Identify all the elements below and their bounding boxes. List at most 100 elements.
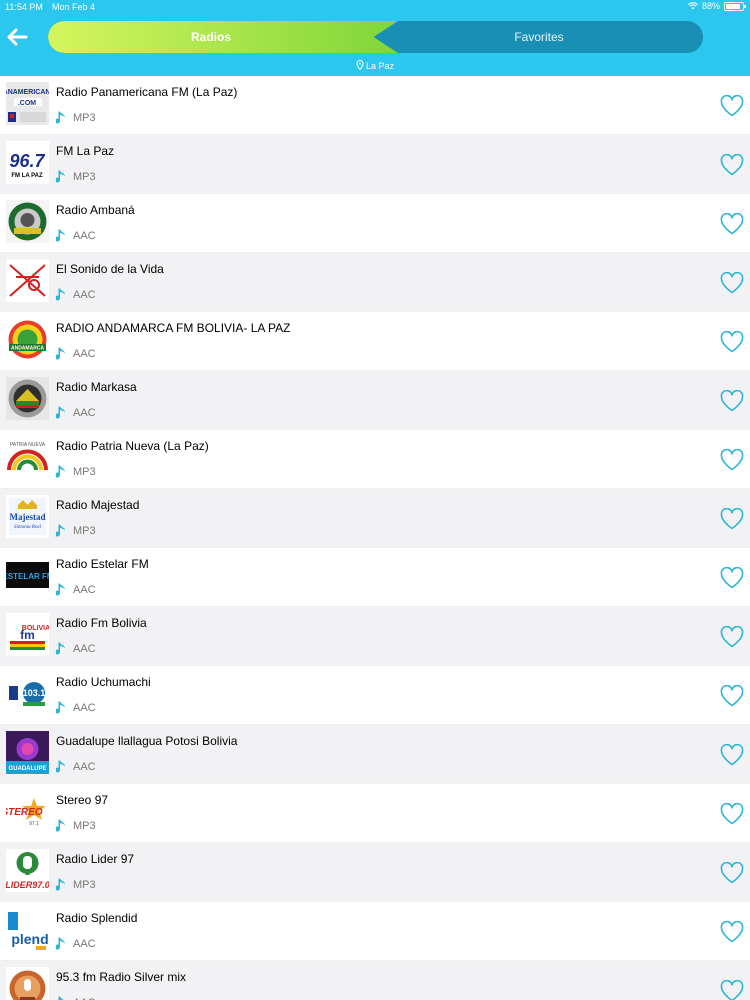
format-label: MP3	[73, 879, 96, 891]
station-row[interactable]: Majestad Sintonía Real Radio Majestad MP3	[0, 489, 750, 548]
favorite-heart-icon[interactable]	[720, 921, 744, 943]
music-note-icon	[56, 288, 65, 301]
format-label: MP3	[73, 112, 96, 124]
location-label[interactable]: La Paz	[0, 59, 750, 71]
favorite-heart-icon[interactable]	[720, 744, 744, 766]
station-row[interactable]: ANDAMARCA RADIO ANDAMARCA FM BOLIVIA- LA …	[0, 312, 750, 371]
favorite-heart-icon[interactable]	[720, 449, 744, 471]
favorite-heart-icon[interactable]	[720, 508, 744, 530]
music-note-icon	[56, 701, 65, 714]
battery-percent: 88%	[701, 1, 720, 11]
station-format: AAC	[56, 701, 96, 715]
svg-text:LIDER97.0: LIDER97.0	[6, 880, 49, 890]
svg-text:103.1: 103.1	[23, 688, 46, 698]
svg-text:96.7: 96.7	[9, 151, 45, 171]
station-format: AAC	[56, 937, 96, 951]
favorite-heart-icon[interactable]	[720, 95, 744, 117]
station-format: AAC	[56, 642, 96, 656]
station-format: AAC	[56, 996, 96, 1000]
majestad-logo: Majestad Sintonía Real	[6, 495, 49, 538]
music-note-icon	[58, 996, 64, 1000]
favorite-heart-icon[interactable]	[720, 685, 744, 707]
station-row[interactable]: fm BOLIVIA Radio Fm Bolivia AAC	[0, 607, 750, 666]
music-note-icon	[56, 229, 65, 242]
music-note-icon	[56, 583, 65, 596]
station-row[interactable]: plend Radio Splendid AAC	[0, 902, 750, 961]
station-name: Radio Splendid	[56, 911, 138, 925]
panamericana-logo: PANAMERICANA .COM	[6, 82, 49, 125]
station-format: AAC	[56, 760, 96, 774]
svg-text:97.1: 97.1	[29, 821, 39, 827]
station-format: MP3	[56, 878, 96, 892]
station-name: El Sonido de la Vida	[56, 262, 164, 276]
favorite-heart-icon[interactable]	[720, 567, 744, 589]
tab-radios[interactable]: Radios	[48, 21, 374, 53]
music-note-icon	[56, 524, 65, 537]
favorite-heart-icon[interactable]	[720, 154, 744, 176]
svg-text:STEREO: STEREO	[6, 807, 43, 818]
station-row[interactable]: PATRIA NUEVA Radio Patria Nueva (La Paz) M…	[0, 430, 750, 489]
station-row[interactable]: 96.7 FM LA PAZ FM La Paz MP3	[0, 135, 750, 194]
favorite-heart-icon[interactable]	[720, 803, 744, 825]
svg-text:PATRIA NUEVA: PATRIA NUEVA	[10, 442, 46, 448]
favorite-heart-icon[interactable]	[720, 390, 744, 412]
patria-nueva-logo: PATRIA NUEVA	[6, 436, 49, 479]
location-text: La Paz	[365, 61, 395, 71]
station-row[interactable]: ESTELAR FM Radio Estelar FM AAC	[0, 548, 750, 607]
station-row[interactable]: Radio Ambaná AAC	[0, 194, 750, 253]
station-format: MP3	[56, 465, 96, 479]
fm-la-paz-logo: 96.7 FM LA PAZ	[6, 141, 49, 184]
station-name: Guadalupe llallagua Potosi Bolivia	[56, 734, 238, 748]
lider-97-logo: LIDER97.0	[6, 849, 49, 892]
station-row[interactable]: 95.3 fm Radio Silver mix AAC	[0, 961, 750, 1000]
music-note-icon	[56, 937, 65, 950]
station-format: MP3	[56, 819, 96, 833]
station-name: Radio Markasa	[56, 380, 137, 394]
favorite-heart-icon[interactable]	[720, 213, 744, 235]
tab-favorites[interactable]: Favorites	[398, 21, 680, 53]
sonido-vida-logo	[6, 259, 49, 302]
station-name: Radio Lider 97	[56, 852, 135, 866]
station-name: RADIO ANDAMARCA FM BOLIVIA- LA PAZ	[56, 321, 291, 335]
music-note-icon	[56, 111, 65, 124]
station-name: 95.3 fm Radio Silver mix	[56, 970, 187, 984]
status-date: Mon Feb 4	[52, 2, 96, 12]
location-pin-icon	[356, 59, 364, 71]
wifi-icon	[687, 2, 698, 10]
station-format: MP3	[56, 524, 96, 538]
silver-mix-logo	[6, 967, 49, 1000]
format-label: AAC	[73, 643, 96, 655]
station-format: AAC	[56, 583, 96, 597]
svg-text:ESTELAR FM: ESTELAR FM	[6, 572, 49, 581]
back-arrow-icon[interactable]	[5, 25, 29, 49]
favorite-heart-icon[interactable]	[720, 626, 744, 648]
svg-text:FM LA PAZ: FM LA PAZ	[11, 173, 43, 179]
favorite-heart-icon[interactable]	[720, 980, 744, 1000]
station-row[interactable]: Radio Markasa AAC	[0, 371, 750, 430]
favorite-heart-icon[interactable]	[720, 331, 744, 353]
svg-text:.COM: .COM	[18, 100, 36, 107]
station-list: PANAMERICANA .COM Radio Panamericana FM (L…	[0, 76, 750, 1000]
format-label: MP3	[73, 171, 96, 183]
format-label: AAC	[73, 938, 96, 950]
splendid-logo: plend	[6, 908, 49, 951]
station-name: Radio Uchumachi	[56, 675, 151, 689]
station-row[interactable]: GUADALUPE Guadalupe llallagua Potosi Boli…	[0, 725, 750, 784]
favorite-heart-icon[interactable]	[720, 272, 744, 294]
markasa-logo	[6, 377, 49, 420]
favorite-heart-icon[interactable]	[720, 862, 744, 884]
music-note-icon	[56, 170, 65, 183]
battery-fill	[726, 3, 740, 9]
station-row[interactable]: El Sonido de la Vida AAC	[0, 253, 750, 312]
station-row[interactable]: LIDER97.0 Radio Lider 97 MP3	[0, 843, 750, 902]
station-name: FM La Paz	[56, 144, 115, 158]
station-row[interactable]: PANAMERICANA .COM Radio Panamericana FM (L…	[0, 76, 750, 135]
andamarca-logo: ANDAMARCA	[6, 318, 49, 361]
format-label: MP3	[73, 820, 96, 832]
station-format: AAC	[56, 288, 96, 302]
station-row[interactable]: 103.1 Radio Uchumachi AAC	[0, 666, 750, 725]
status-bar: 11:54 PM Mon Feb 4 88%	[0, 0, 750, 14]
station-format: AAC	[56, 406, 96, 420]
station-name: Radio Ambaná	[56, 203, 135, 217]
station-row[interactable]: STEREO 97.1 Stereo 97 MP3	[0, 784, 750, 843]
